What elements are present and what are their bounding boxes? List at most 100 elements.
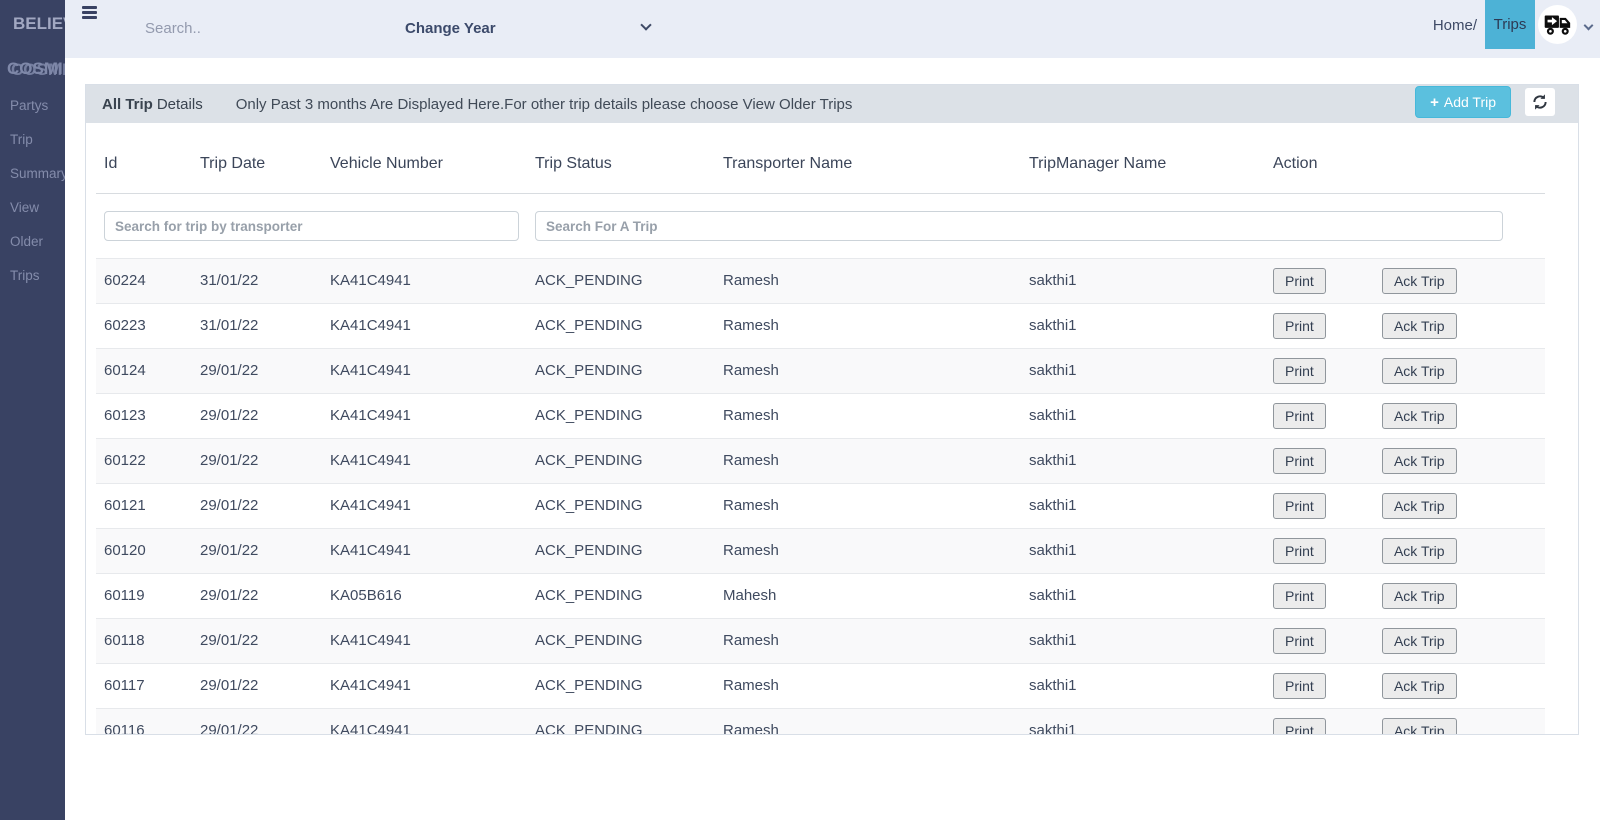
add-trip-button[interactable]: + Add Trip bbox=[1415, 86, 1511, 118]
cell-id: 60122 bbox=[96, 438, 192, 484]
cell-action: Print Ack Trip bbox=[1265, 663, 1545, 709]
sidebar-item[interactable]: Summary bbox=[0, 157, 65, 191]
cell-transporter-name: Ramesh bbox=[715, 438, 1021, 484]
cell-tripmanager-name: sakthi1 bbox=[1021, 573, 1265, 619]
panel-heading: All Trip Details Only Past 3 months Are D… bbox=[86, 85, 1578, 123]
ack-trip-button[interactable]: Ack Trip bbox=[1381, 312, 1457, 339]
ack-trip-button[interactable]: Ack Trip bbox=[1381, 267, 1457, 294]
print-button[interactable]: Print bbox=[1273, 492, 1326, 519]
cell-action: Print Ack Trip bbox=[1265, 393, 1545, 439]
trip-filter-input[interactable] bbox=[535, 210, 1503, 241]
print-button[interactable]: Print bbox=[1273, 537, 1326, 564]
print-button[interactable]: Print bbox=[1273, 312, 1326, 339]
cell-id: 60119 bbox=[96, 573, 192, 619]
cell-action: Print Ack Trip bbox=[1265, 573, 1545, 619]
table-row: 60122 29/01/22 KA41C4941 ACK_PENDING Ram… bbox=[96, 438, 1545, 484]
ack-trip-button[interactable]: Ack Trip bbox=[1381, 402, 1457, 429]
cell-action: Print Ack Trip bbox=[1265, 348, 1545, 394]
cell-tripmanager-name: sakthi1 bbox=[1021, 708, 1265, 734]
cell-action: Print Ack Trip bbox=[1265, 438, 1545, 484]
table-row: 60224 31/01/22 KA41C4941 ACK_PENDING Ram… bbox=[96, 258, 1545, 304]
cell-trip-date: 29/01/22 bbox=[192, 438, 322, 484]
cell-action: Print Ack Trip bbox=[1265, 258, 1545, 304]
print-button[interactable]: Print bbox=[1273, 717, 1326, 734]
ack-trip-button[interactable]: Ack Trip bbox=[1381, 492, 1457, 519]
cell-trip-status: ACK_PENDING bbox=[527, 348, 715, 394]
cell-tripmanager-name: sakthi1 bbox=[1021, 303, 1265, 349]
sidebar-item[interactable]: View bbox=[0, 191, 65, 225]
cell-tripmanager-name: sakthi1 bbox=[1021, 483, 1265, 529]
cell-trip-date: 29/01/22 bbox=[192, 708, 322, 734]
table-row: 60118 29/01/22 KA41C4941 ACK_PENDING Ram… bbox=[96, 618, 1545, 664]
sidebar-nav: Partys Trip Summary View Older Trips bbox=[0, 89, 65, 293]
cell-vehicle-number: KA41C4941 bbox=[322, 438, 527, 484]
cell-id: 60118 bbox=[96, 618, 192, 664]
cell-id: 60120 bbox=[96, 528, 192, 574]
table-row: 60123 29/01/22 KA41C4941 ACK_PENDING Ram… bbox=[96, 393, 1545, 439]
sidebar-item[interactable]: Trip bbox=[0, 123, 65, 157]
refresh-icon bbox=[1533, 94, 1547, 110]
brand-secondary-overlap: COSMI bbox=[11, 60, 65, 79]
column-header: Trip Date bbox=[192, 123, 322, 194]
cell-transporter-name: Mahesh bbox=[715, 573, 1021, 619]
panel-notice: Only Past 3 months Are Displayed Here.Fo… bbox=[235, 95, 853, 113]
cell-vehicle-number: KA41C4941 bbox=[322, 483, 527, 529]
cell-trip-status: ACK_PENDING bbox=[527, 258, 715, 304]
avatar[interactable] bbox=[1538, 5, 1577, 44]
cell-id: 60223 bbox=[96, 303, 192, 349]
cell-trip-status: ACK_PENDING bbox=[527, 393, 715, 439]
cell-id: 60224 bbox=[96, 258, 192, 304]
print-button[interactable]: Print bbox=[1273, 627, 1326, 654]
ack-trip-button[interactable]: Ack Trip bbox=[1381, 717, 1457, 734]
ack-trip-button[interactable]: Ack Trip bbox=[1381, 447, 1457, 474]
sidebar-item[interactable]: Trips bbox=[0, 259, 65, 293]
print-button[interactable]: Print bbox=[1273, 267, 1326, 294]
cell-trip-date: 29/01/22 bbox=[192, 393, 322, 439]
sidebar-item[interactable]: Partys bbox=[0, 89, 65, 123]
cell-vehicle-number: KA41C4941 bbox=[322, 708, 527, 734]
table-row: 60223 31/01/22 KA41C4941 ACK_PENDING Ram… bbox=[96, 303, 1545, 349]
print-button[interactable]: Print bbox=[1273, 357, 1326, 384]
all-trips-panel: All Trip Details Only Past 3 months Are D… bbox=[85, 84, 1579, 735]
refresh-button[interactable] bbox=[1525, 88, 1555, 116]
avatar-dropdown-chevron-icon[interactable] bbox=[1583, 20, 1594, 31]
hamburger-menu-icon[interactable] bbox=[82, 6, 97, 21]
ack-trip-button[interactable]: Ack Trip bbox=[1381, 582, 1457, 609]
column-header: TripManager Name bbox=[1021, 123, 1265, 194]
sidebar-item[interactable]: Older bbox=[0, 225, 65, 259]
print-button[interactable]: Print bbox=[1273, 447, 1326, 474]
panel-title: All Trip Details bbox=[102, 95, 203, 113]
cell-trip-status: ACK_PENDING bbox=[527, 528, 715, 574]
cell-trip-date: 29/01/22 bbox=[192, 348, 322, 394]
cell-tripmanager-name: sakthi1 bbox=[1021, 663, 1265, 709]
home-link[interactable]: Home/ bbox=[1433, 17, 1477, 34]
print-button[interactable]: Print bbox=[1273, 582, 1326, 609]
cell-tripmanager-name: sakthi1 bbox=[1021, 528, 1265, 574]
plus-icon: + bbox=[1430, 93, 1439, 111]
search-input[interactable] bbox=[145, 12, 355, 44]
tab-trips[interactable]: Trips bbox=[1485, 0, 1535, 49]
cell-trip-date: 29/01/22 bbox=[192, 618, 322, 664]
year-select[interactable]: Change Year bbox=[390, 12, 675, 44]
ack-trip-button[interactable]: Ack Trip bbox=[1381, 537, 1457, 564]
ack-trip-button[interactable]: Ack Trip bbox=[1381, 357, 1457, 384]
cell-tripmanager-name: sakthi1 bbox=[1021, 438, 1265, 484]
cell-vehicle-number: KA41C4941 bbox=[322, 528, 527, 574]
table-row: 60124 29/01/22 KA41C4941 ACK_PENDING Ram… bbox=[96, 348, 1545, 394]
cell-trip-date: 29/01/22 bbox=[192, 483, 322, 529]
cell-tripmanager-name: sakthi1 bbox=[1021, 618, 1265, 664]
print-button[interactable]: Print bbox=[1273, 672, 1326, 699]
truck-icon bbox=[1539, 6, 1576, 43]
cell-trip-status: ACK_PENDING bbox=[527, 483, 715, 529]
transporter-filter-input[interactable] bbox=[104, 210, 519, 241]
table-header: Id Trip Date Vehicle Number Trip Status Tran… bbox=[96, 123, 1545, 194]
trips-table: Id Trip Date Vehicle Number Trip Status Tran… bbox=[96, 123, 1545, 734]
cell-vehicle-number: KA05B616 bbox=[322, 573, 527, 619]
ack-trip-button[interactable]: Ack Trip bbox=[1381, 672, 1457, 699]
table-filter-row bbox=[96, 193, 1545, 259]
ack-trip-button[interactable]: Ack Trip bbox=[1381, 627, 1457, 654]
cell-transporter-name: Ramesh bbox=[715, 483, 1021, 529]
print-button[interactable]: Print bbox=[1273, 402, 1326, 429]
trips-table-scroll-area[interactable]: Id Trip Date Vehicle Number Trip Status Tran… bbox=[96, 123, 1560, 734]
cell-tripmanager-name: sakthi1 bbox=[1021, 258, 1265, 304]
